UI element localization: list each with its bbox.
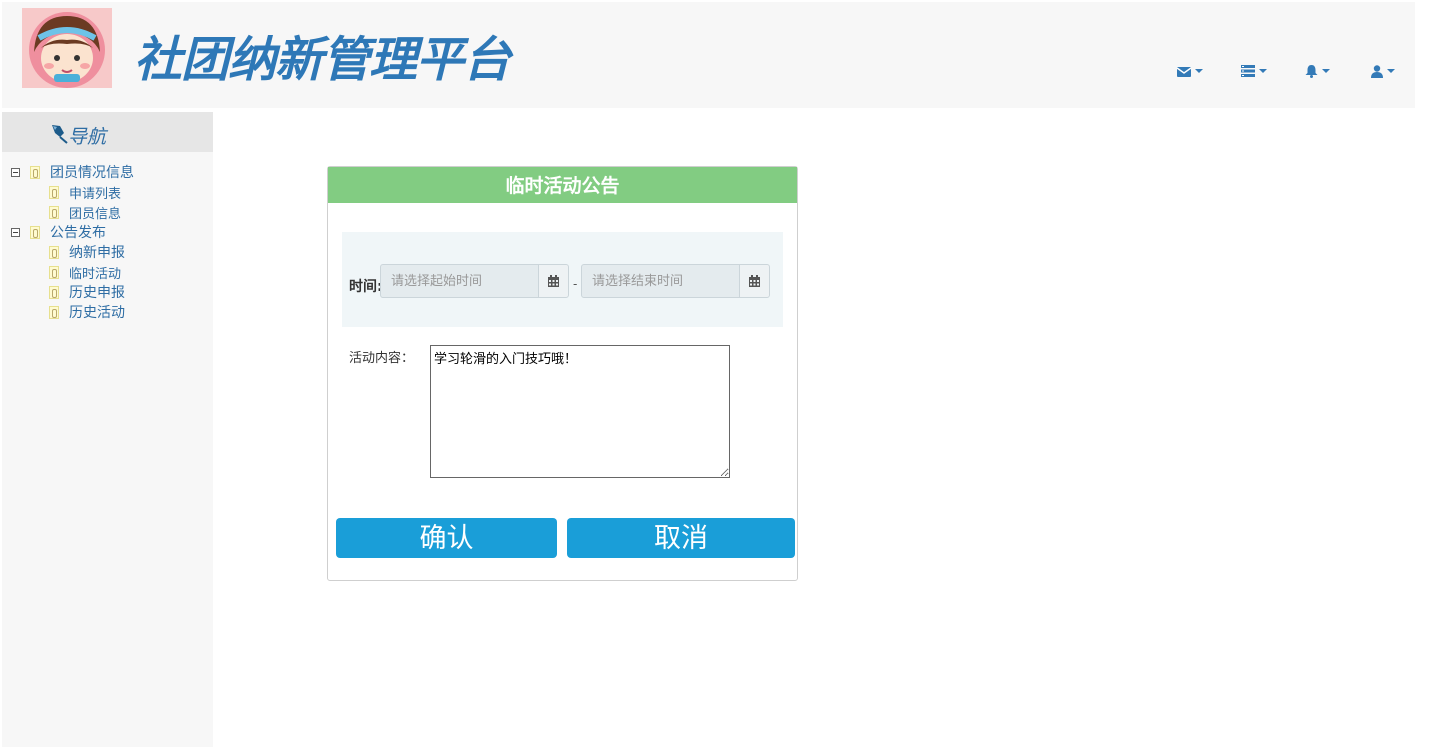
- sidebar-item-recruit-apply[interactable]: 纳新申报: [49, 242, 125, 262]
- tasks-dropdown[interactable]: [1241, 60, 1267, 82]
- tree-group-label[interactable]: 团员情况信息: [50, 162, 134, 182]
- panel-title: 临时活动公告: [328, 167, 797, 203]
- pushpin-icon: [52, 125, 68, 144]
- file-icon: [49, 265, 59, 279]
- sidebar-item-temp-activity[interactable]: 临时活动: [49, 262, 121, 282]
- sidebar-item-label[interactable]: 申请列表: [69, 183, 121, 202]
- sidebar-item-history-apply[interactable]: 历史申报: [49, 282, 125, 302]
- tree-group-announcements[interactable]: 公告发布: [11, 222, 106, 242]
- folder-icon: [30, 225, 40, 239]
- sidebar-item-label[interactable]: 历史申报: [69, 282, 125, 302]
- confirm-button[interactable]: 确认: [336, 518, 557, 558]
- chevron-down-icon: [1259, 69, 1267, 73]
- time-range-section: 时间: -: [342, 232, 783, 327]
- chevron-down-icon: [1195, 69, 1203, 73]
- chevron-down-icon: [1387, 69, 1395, 73]
- chevron-down-icon: [1322, 69, 1330, 73]
- sidebar-item-label[interactable]: 纳新申报: [69, 242, 125, 262]
- file-icon: [49, 205, 59, 219]
- end-calendar-button[interactable]: [739, 264, 770, 298]
- file-icon: [49, 185, 59, 199]
- alerts-dropdown[interactable]: [1305, 60, 1330, 82]
- calendar-icon: [548, 275, 559, 287]
- sidebar-item-label[interactable]: 历史活动: [69, 302, 125, 322]
- sidebar-item-apply-list[interactable]: 申请列表: [49, 182, 121, 202]
- end-date-input[interactable]: [581, 264, 742, 298]
- user-dropdown[interactable]: [1371, 60, 1395, 82]
- avatar: [22, 8, 112, 88]
- file-icon: [49, 305, 59, 319]
- sidebar: 导航 团员情况信息 申请列表 团员信息 公告发布 纳新申报 临时活动 历史申报 …: [2, 112, 213, 747]
- collapse-icon[interactable]: [11, 227, 20, 237]
- time-label: 时间:: [349, 279, 383, 295]
- messages-dropdown[interactable]: [1177, 60, 1203, 82]
- nav-title: 导航: [68, 126, 107, 148]
- user-icon: [1371, 64, 1383, 78]
- announcement-panel: 临时活动公告 时间: -: [327, 166, 798, 581]
- sidebar-item-history-activity[interactable]: 历史活动: [49, 302, 125, 322]
- sidebar-header: 导航: [2, 112, 213, 152]
- cancel-button[interactable]: 取消: [567, 518, 795, 558]
- date-separator: -: [573, 277, 578, 291]
- avatar-icon: [22, 8, 112, 88]
- start-date-input[interactable]: [380, 264, 540, 298]
- activity-content-textarea[interactable]: 学习轮滑的入门技巧哦！: [430, 345, 730, 478]
- list-icon: [1241, 65, 1255, 77]
- sidebar-item-label[interactable]: 临时活动: [69, 263, 121, 282]
- envelope-icon: [1177, 66, 1191, 77]
- content-label: 活动内容：: [349, 351, 415, 366]
- file-icon: [49, 245, 59, 259]
- tree-group-label[interactable]: 公告发布: [50, 222, 106, 242]
- collapse-icon[interactable]: [11, 167, 20, 177]
- sidebar-item-label[interactable]: 团员信息: [69, 203, 121, 222]
- file-icon: [49, 285, 59, 299]
- start-calendar-button[interactable]: [538, 264, 569, 298]
- bell-icon: [1305, 64, 1318, 78]
- tree-group-members[interactable]: 团员情况信息: [11, 162, 134, 182]
- app-title: 社团纳新管理平台: [134, 32, 511, 88]
- folder-icon: [30, 165, 40, 179]
- top-header: 社团纳新管理平台: [2, 2, 1415, 108]
- sidebar-item-member-info[interactable]: 团员信息: [49, 202, 121, 222]
- calendar-icon: [749, 275, 760, 287]
